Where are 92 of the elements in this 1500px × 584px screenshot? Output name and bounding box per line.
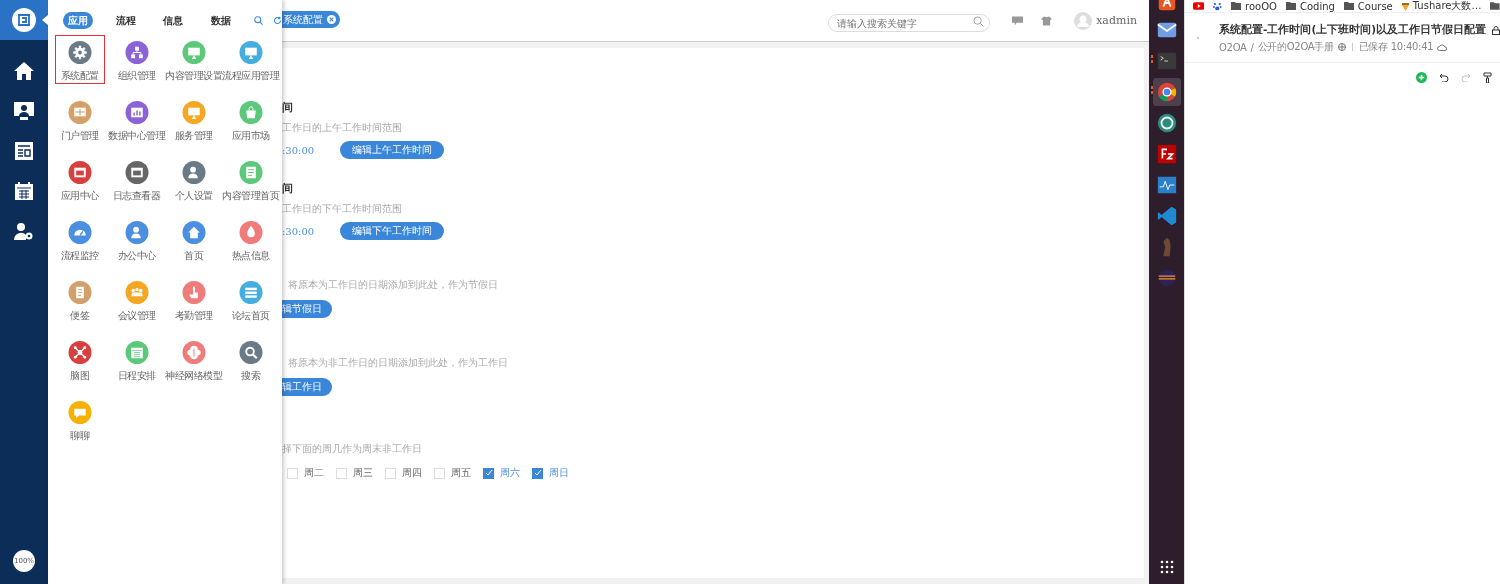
weekday-label[interactable]: 周日 [549,466,569,480]
acorn-icon [1401,1,1409,11]
menu-tab[interactable]: 流程 [110,12,141,29]
book-link[interactable]: 公开的O2OA手册 [1257,40,1334,54]
news-icon[interactable] [15,142,33,160]
cloud-icon [1437,43,1448,51]
add-icon[interactable] [1416,72,1427,83]
checkbox[interactable] [532,467,543,479]
app-grid-icon[interactable] [1159,560,1174,574]
app-tile[interactable]: 流程监控 [51,215,108,264]
app-tile[interactable]: 应用市场 [222,95,279,144]
weekday-label[interactable]: 周五 [451,466,471,480]
menu-tab[interactable]: 信息 [158,12,189,29]
section-heading: 间 [282,100,293,115]
paw-icon[interactable] [1213,1,1223,11]
app-tile[interactable]: 神经网络模型 [165,335,222,384]
edit-button[interactable]: 编辑下午工作时间 [340,222,445,240]
app-tile[interactable]: 服务管理 [165,95,222,144]
app-tile[interactable]: 考勤管理 [165,275,222,324]
shirt-icon[interactable] [1041,15,1053,26]
video-icon[interactable] [1193,2,1205,10]
app-tile[interactable]: 内容管理首页 [222,155,279,204]
app-tile[interactable]: 办公中心 [108,215,165,264]
bookmark[interactable]: Course [1343,0,1393,12]
app-tile[interactable]: 首页 [165,215,222,264]
user-name[interactable]: xadmin [1096,14,1137,27]
app-tile[interactable]: 应用中心 [51,155,108,204]
app-tile[interactable]: 流程应用管理 [222,35,279,84]
section-heading: 间 [282,181,293,196]
menu-tab[interactable]: 数据 [206,12,236,29]
transfer-icon[interactable] [1155,142,1178,165]
app-tile[interactable]: 会议管理 [108,275,165,324]
weekday-label[interactable]: 周二 [304,466,324,480]
app-tile[interactable]: 内容管理设置 [165,35,222,84]
app-tile[interactable]: 日志查看器 [108,155,165,204]
section-hint: 将原本为工作日的日期添加到此处，作为节假日 [288,278,498,292]
section-hint: 工作日的下午工作时间范围 [282,202,402,216]
app-tile[interactable]: 数据中心管理 [108,95,165,144]
folder-icon [1231,2,1242,10]
lock-icon[interactable] [1492,25,1500,35]
edit-button[interactable]: 辑节假日 [282,300,332,318]
weekday-label[interactable]: 周三 [353,466,373,480]
section-hint: 择下面的周几作为周末非工作日 [282,442,422,456]
globe-icon [1337,43,1346,51]
app-tile[interactable]: 热点信息 [222,215,279,264]
logo-icon[interactable] [0,0,48,40]
app-tile[interactable]: 系统配置 [54,35,105,84]
saved-status: 已保存 10:40:41 [1358,40,1434,54]
app-tile[interactable]: 脑图 [51,335,108,384]
section-hint: 工作日的上午工作时间范围 [282,121,402,135]
app-tile[interactable]: 门户管理 [51,95,108,144]
app-tile[interactable]: 日程安排 [108,335,165,384]
undo-icon[interactable] [1439,73,1449,82]
breadcrumb-separator: / [1250,41,1254,53]
bookmark[interactable]: rooOO [1231,0,1277,12]
edit-button[interactable]: 编辑上午工作时间 [340,141,445,159]
app-tile[interactable]: 组织管理 [108,35,165,84]
app-tile[interactable]: 聊聊 [51,395,108,444]
browser-icon[interactable] [1152,77,1181,106]
folder-icon[interactable] [1490,2,1500,10]
checkbox[interactable] [483,467,494,479]
format-painter-icon[interactable] [1483,72,1492,83]
app-tile[interactable]: 便签 [51,275,108,324]
folder-icon [1285,2,1296,10]
page-tab[interactable]: 系统配置 [282,11,340,28]
refresh-icon[interactable] [272,15,282,26]
app-tile[interactable]: 论坛首页 [222,275,279,324]
folder-icon [1343,2,1354,10]
user-settings-icon[interactable] [14,222,34,240]
bookmark[interactable]: Coding [1285,0,1335,12]
weekday-label[interactable]: 周四 [402,466,422,480]
code-editor-icon[interactable] [1155,204,1178,227]
sync-icon[interactable] [1155,111,1178,134]
edit-button[interactable]: 辑工作日 [282,378,332,396]
message-icon[interactable] [1012,15,1024,26]
close-icon[interactable] [327,15,336,24]
time-value: :30:00 [282,144,315,156]
app-tile[interactable]: 搜索 [222,335,279,384]
document-title: 系统配置-工作时间(上下班时间)以及工作日节假日配置 [1219,23,1486,37]
weekday-label[interactable]: 周六 [500,466,520,480]
time-value: :30:00 [282,225,315,237]
search-icon[interactable] [253,15,263,26]
bookmark[interactable]: Tushare大数… [1401,0,1482,12]
app-tile[interactable]: 个人设置 [165,155,222,204]
space-link[interactable]: O2OA [1219,41,1247,53]
calendar-icon[interactable] [15,182,33,200]
search-icon[interactable] [973,15,985,27]
monitor-person-icon[interactable] [14,102,34,120]
search-field[interactable]: 请输入搜索关键字 [828,14,991,32]
menu-tab[interactable]: 应用 [63,12,93,29]
section-hint: 将原本为非工作日的日期添加到此处，作为工作日 [288,356,508,370]
home-icon[interactable] [14,62,34,80]
